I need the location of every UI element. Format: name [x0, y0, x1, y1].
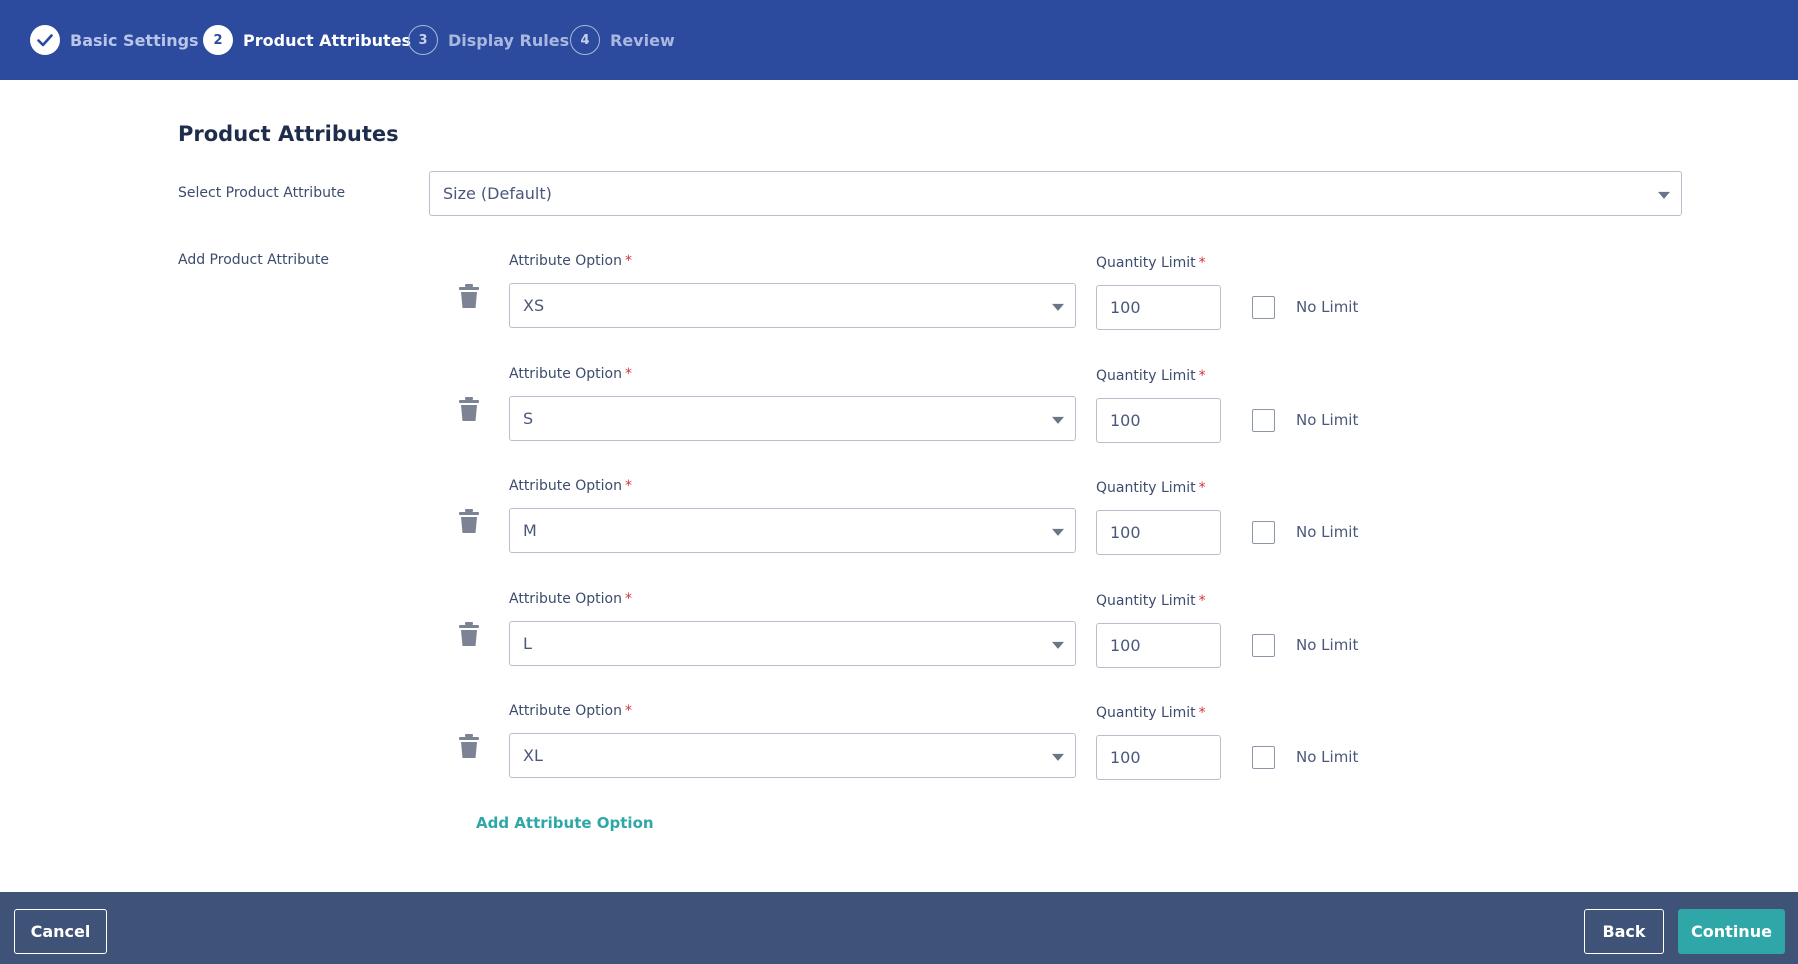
page-title: Product Attributes	[178, 122, 399, 146]
wizard-stepper: Basic Settings 2 Product Attributes 3 Di…	[0, 0, 1798, 80]
quantity-limit-label-text: Quantity Limit	[1096, 705, 1196, 721]
continue-button[interactable]: Continue	[1678, 909, 1785, 954]
required-mark: *	[625, 591, 632, 607]
quantity-limit-input[interactable]	[1096, 735, 1221, 780]
attribute-option-select[interactable]: XL	[509, 733, 1076, 778]
chevron-down-icon	[1658, 191, 1670, 199]
quantity-limit-label: Quantity Limit *	[1096, 705, 1206, 721]
attribute-option-label-text: Attribute Option	[509, 591, 622, 607]
cancel-button[interactable]: Cancel	[14, 909, 107, 954]
trash-icon[interactable]	[458, 396, 480, 422]
required-mark: *	[1198, 480, 1206, 496]
no-limit-checkbox[interactable]	[1252, 634, 1275, 657]
attribute-option-select[interactable]: L	[509, 621, 1076, 666]
attribute-option-label-text: Attribute Option	[509, 253, 622, 269]
chevron-down-icon	[1052, 753, 1064, 761]
chevron-down-icon	[1052, 528, 1064, 536]
quantity-limit-input[interactable]	[1096, 398, 1221, 443]
no-limit-label: No Limit	[1296, 411, 1359, 429]
step-label: Display Rules	[448, 30, 570, 50]
trash-icon[interactable]	[458, 508, 480, 534]
no-limit-label: No Limit	[1296, 748, 1359, 766]
quantity-limit-label: Quantity Limit *	[1096, 480, 1206, 496]
attribute-option-select[interactable]: S	[509, 396, 1076, 441]
quantity-limit-input[interactable]	[1096, 623, 1221, 668]
attribute-option-label: Attribute Option *	[509, 703, 632, 719]
attribute-option-label: Attribute Option *	[509, 478, 632, 494]
attribute-option-select[interactable]: M	[509, 508, 1076, 553]
check-icon	[30, 25, 60, 55]
quantity-limit-label: Quantity Limit *	[1096, 255, 1206, 271]
trash-icon[interactable]	[458, 621, 480, 647]
selected-value: Size (Default)	[443, 184, 552, 203]
selected-value: S	[523, 409, 534, 428]
attribute-option-label: Attribute Option *	[509, 253, 632, 269]
product-attribute-select[interactable]: Size (Default)	[429, 171, 1682, 216]
step-number: 3	[408, 25, 438, 55]
step-number: 2	[203, 25, 233, 55]
selected-value: XS	[523, 296, 545, 315]
step-label: Basic Settings	[70, 30, 199, 50]
no-limit-checkbox[interactable]	[1252, 296, 1275, 319]
required-mark: *	[1198, 368, 1206, 384]
quantity-limit-label-text: Quantity Limit	[1096, 255, 1196, 271]
add-attribute-option-link[interactable]: Add Attribute Option	[476, 814, 654, 832]
trash-icon[interactable]	[458, 733, 480, 759]
required-mark: *	[625, 253, 632, 269]
required-mark: *	[1198, 593, 1206, 609]
no-limit-checkbox[interactable]	[1252, 746, 1275, 769]
chevron-down-icon	[1052, 416, 1064, 424]
quantity-limit-label-text: Quantity Limit	[1096, 480, 1196, 496]
no-limit-label: No Limit	[1296, 298, 1359, 316]
quantity-limit-label-text: Quantity Limit	[1096, 368, 1196, 384]
step-label: Review	[610, 30, 675, 50]
attribute-option-label: Attribute Option *	[509, 366, 632, 382]
required-mark: *	[1198, 255, 1206, 271]
quantity-limit-input[interactable]	[1096, 285, 1221, 330]
no-limit-checkbox[interactable]	[1252, 409, 1275, 432]
quantity-limit-label: Quantity Limit *	[1096, 593, 1206, 609]
add-attribute-label: Add Product Attribute	[178, 252, 329, 268]
no-limit-label: No Limit	[1296, 523, 1359, 541]
quantity-limit-input[interactable]	[1096, 510, 1221, 555]
no-limit-checkbox[interactable]	[1252, 521, 1275, 544]
attribute-option-label: Attribute Option *	[509, 591, 632, 607]
required-mark: *	[625, 366, 632, 382]
attribute-option-label-text: Attribute Option	[509, 366, 622, 382]
selected-value: XL	[523, 746, 543, 765]
required-mark: *	[1198, 705, 1206, 721]
chevron-down-icon	[1052, 303, 1064, 311]
step-product-attributes[interactable]: 2 Product Attributes	[203, 25, 411, 55]
back-button[interactable]: Back	[1584, 909, 1664, 954]
required-mark: *	[625, 703, 632, 719]
quantity-limit-label: Quantity Limit *	[1096, 368, 1206, 384]
attribute-option-label-text: Attribute Option	[509, 703, 622, 719]
quantity-limit-label-text: Quantity Limit	[1096, 593, 1196, 609]
trash-icon[interactable]	[458, 283, 480, 309]
attribute-option-label-text: Attribute Option	[509, 478, 622, 494]
step-review[interactable]: 4 Review	[570, 25, 675, 55]
select-attribute-label: Select Product Attribute	[178, 185, 346, 201]
chevron-down-icon	[1052, 641, 1064, 649]
selected-value: M	[523, 521, 537, 540]
step-display-rules[interactable]: 3 Display Rules	[408, 25, 569, 55]
step-label: Product Attributes	[243, 30, 412, 50]
attribute-option-select[interactable]: XS	[509, 283, 1076, 328]
footer-bar: Cancel Back Continue	[0, 892, 1798, 964]
selected-value: L	[523, 634, 532, 653]
no-limit-label: No Limit	[1296, 636, 1359, 654]
step-basic-settings[interactable]: Basic Settings	[30, 25, 199, 55]
required-mark: *	[625, 478, 632, 494]
step-number: 4	[570, 25, 600, 55]
